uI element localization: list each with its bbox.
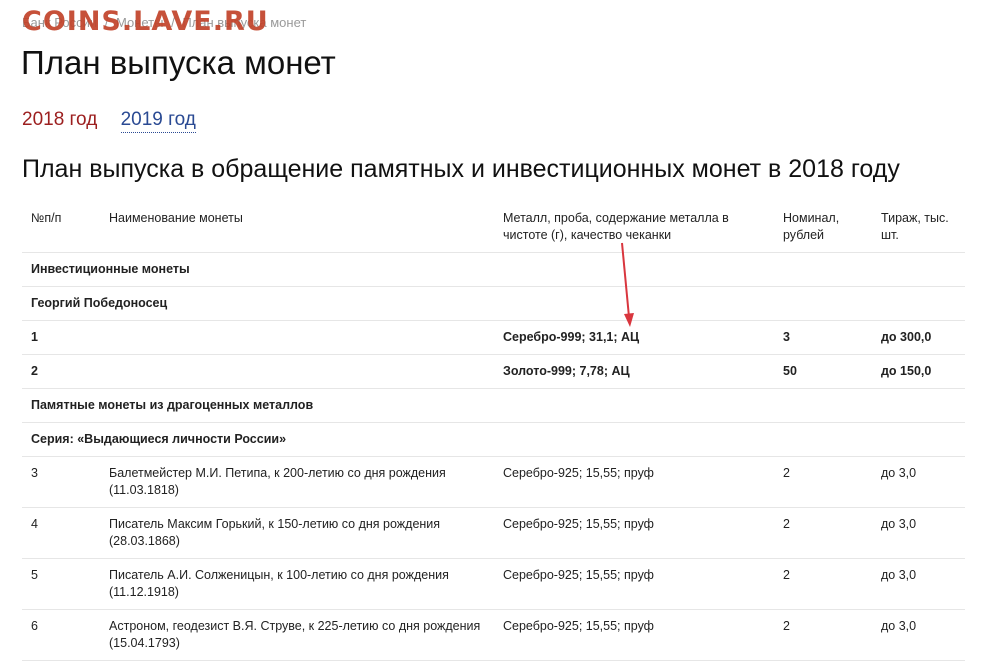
cell-name: Астроном, геодезист В.Я. Струве, к 225-л… (100, 609, 494, 661)
table-row: 2 Золото-999; 7,78; АЦ 50 до 150,0 (22, 354, 965, 389)
cell-mintage: до 300,0 (872, 320, 965, 355)
coins-table: №п/п Наименование монеты Металл, проба, … (22, 202, 965, 661)
subgroup-label: Серия: «Выдающиеся личности России» (22, 422, 965, 457)
header-name: Наименование монеты (100, 202, 494, 253)
header-nominal: Номинал, рублей (774, 202, 872, 253)
cell-name: Писатель Максим Горький, к 150-летию со … (100, 507, 494, 559)
cell-mintage: до 3,0 (872, 558, 965, 610)
cell-num: 1 (22, 320, 100, 355)
cell-nominal: 2 (774, 609, 872, 661)
table-header-row: №п/п Наименование монеты Металл, проба, … (22, 202, 965, 253)
table-row: 3 Балетмейстер М.И. Петипа, к 200-летию … (22, 456, 965, 508)
cell-num: 5 (22, 558, 100, 610)
section-title: План выпуска в обращение памятных и инве… (22, 155, 900, 183)
cell-num: 3 (22, 456, 100, 508)
cell-name (100, 354, 494, 389)
cell-metal: Серебро-925; 15,55; пруф (494, 609, 774, 661)
cell-nominal: 2 (774, 507, 872, 559)
cell-metal: Серебро-999; 31,1; АЦ (494, 320, 774, 355)
table-row: 5 Писатель А.И. Солженицын, к 100-летию … (22, 558, 965, 610)
header-mintage: Тираж, тыс. шт. (872, 202, 965, 253)
group-row: Инвестиционные монеты (22, 252, 965, 287)
cell-name: Писатель А.И. Солженицын, к 100-летию со… (100, 558, 494, 610)
table-row: 6 Астроном, геодезист В.Я. Струве, к 225… (22, 609, 965, 661)
cell-num: 6 (22, 609, 100, 661)
cell-mintage: до 3,0 (872, 507, 965, 559)
cell-metal: Серебро-925; 15,55; пруф (494, 558, 774, 610)
cell-nominal: 2 (774, 456, 872, 508)
cell-name: Балетмейстер М.И. Петипа, к 200-летию со… (100, 456, 494, 508)
cell-num: 4 (22, 507, 100, 559)
cell-metal: Серебро-925; 15,55; пруф (494, 507, 774, 559)
group-row: Памятные монеты из драгоценных металлов (22, 388, 965, 423)
cell-metal: Золото-999; 7,78; АЦ (494, 354, 774, 389)
subgroup-row: Серия: «Выдающиеся личности России» (22, 422, 965, 457)
cell-nominal: 3 (774, 320, 872, 355)
subgroup-label: Георгий Победоносец (22, 286, 965, 321)
cell-nominal: 50 (774, 354, 872, 389)
cell-mintage: до 150,0 (872, 354, 965, 389)
tab-2019[interactable]: 2019 год (120, 109, 196, 133)
cell-name (100, 320, 494, 355)
watermark-logo: COINS.LAVE.RU (22, 6, 269, 37)
header-num: №п/п (22, 202, 100, 253)
cell-mintage: до 3,0 (872, 609, 965, 661)
cell-mintage: до 3,0 (872, 456, 965, 508)
group-label: Памятные монеты из драгоценных металлов (22, 388, 965, 423)
cell-nominal: 2 (774, 558, 872, 610)
header-metal: Металл, проба, содержание металла в чист… (494, 202, 774, 253)
page-title: План выпуска монет (21, 44, 336, 81)
cell-metal: Серебро-925; 15,55; пруф (494, 456, 774, 508)
group-label: Инвестиционные монеты (22, 252, 965, 287)
table-row: 1 Серебро-999; 31,1; АЦ 3 до 300,0 (22, 320, 965, 355)
subgroup-row: Георгий Победоносец (22, 286, 965, 321)
cell-num: 2 (22, 354, 100, 389)
year-tabs: 2018 год 2019 год (22, 109, 214, 133)
table-row: 4 Писатель Максим Горький, к 150-летию с… (22, 507, 965, 559)
tab-2018[interactable]: 2018 год (22, 109, 97, 131)
